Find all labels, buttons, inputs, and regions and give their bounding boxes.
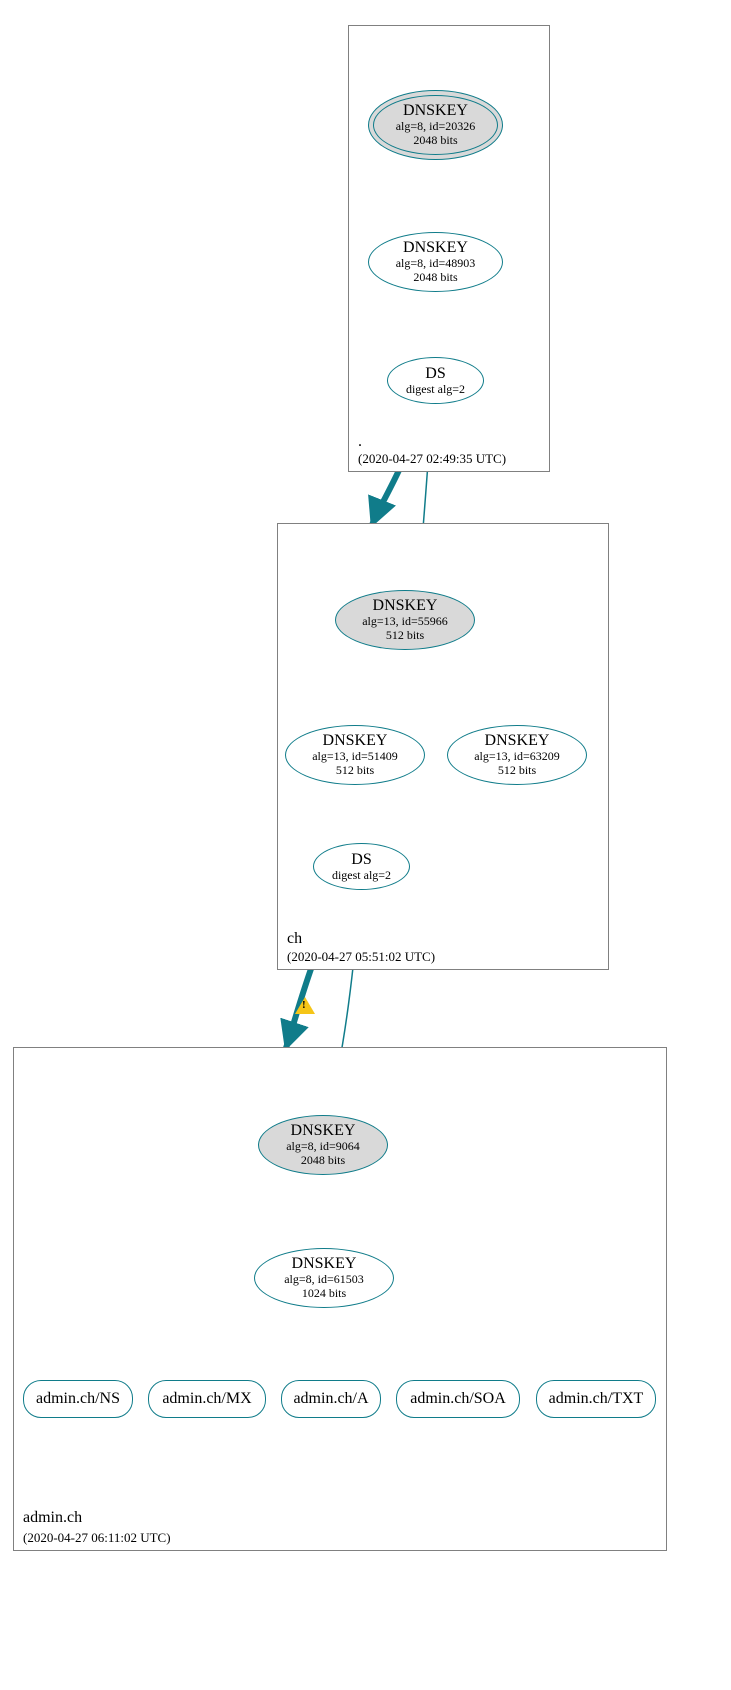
rrset-a: admin.ch/A: [281, 1380, 381, 1418]
node-root-ksk: DNSKEY alg=8, id=20326 2048 bits: [368, 90, 503, 160]
node-title: DS: [388, 365, 483, 383]
node-admin-ksk: DNSKEY alg=8, id=9064 2048 bits: [258, 1115, 388, 1175]
node-sub1: digest alg=2: [314, 869, 409, 883]
node-title: DNSKEY: [336, 597, 474, 615]
zone-ts-admin: (2020-04-27 06:11:02 UTC): [23, 1530, 171, 1546]
node-sub1: alg=13, id=55966: [336, 615, 474, 629]
node-title: DNSKEY: [448, 732, 586, 750]
node-title: DNSKEY: [369, 239, 502, 257]
node-sub1: alg=13, id=63209: [448, 750, 586, 764]
rrset-soa: admin.ch/SOA: [396, 1380, 520, 1418]
node-admin-zsk: DNSKEY alg=8, id=61503 1024 bits: [254, 1248, 394, 1308]
node-sub2: 512 bits: [286, 764, 424, 778]
node-sub1: alg=8, id=9064: [259, 1140, 387, 1154]
node-ch-ds: DS digest alg=2: [313, 843, 410, 890]
rrset-txt: admin.ch/TXT: [536, 1380, 656, 1418]
node-sub2: 512 bits: [336, 629, 474, 643]
zone-ts-root: (2020-04-27 02:49:35 UTC): [358, 451, 506, 467]
node-ch-ksk: DNSKEY alg=13, id=55966 512 bits: [335, 590, 475, 650]
node-title: DNSKEY: [286, 732, 424, 750]
zone-name-root: .: [358, 433, 362, 451]
rrset-ns: admin.ch/NS: [23, 1380, 133, 1418]
zone-ts-ch: (2020-04-27 05:51:02 UTC): [287, 949, 435, 965]
rrset-mx: admin.ch/MX: [148, 1380, 266, 1418]
node-sub2: 512 bits: [448, 764, 586, 778]
zone-name-ch: ch: [287, 930, 302, 948]
node-sub2: 1024 bits: [255, 1287, 393, 1301]
node-sub1: alg=13, id=51409: [286, 750, 424, 764]
node-sub2: 2048 bits: [259, 1154, 387, 1168]
node-title: DNSKEY: [259, 1122, 387, 1140]
node-root-ds: DS digest alg=2: [387, 357, 484, 404]
node-sub2: 2048 bits: [369, 271, 502, 285]
node-title: DS: [314, 851, 409, 869]
node-sub2: 2048 bits: [369, 134, 502, 148]
node-sub1: alg=8, id=48903: [369, 257, 502, 271]
node-title: DNSKEY: [255, 1255, 393, 1273]
node-sub1: alg=8, id=20326: [369, 120, 502, 134]
node-title: DNSKEY: [369, 102, 502, 120]
warning-icon: [295, 997, 315, 1014]
node-sub1: digest alg=2: [388, 383, 483, 397]
node-sub1: alg=8, id=61503: [255, 1273, 393, 1287]
node-root-zsk: DNSKEY alg=8, id=48903 2048 bits: [368, 232, 503, 292]
node-ch-zsk: DNSKEY alg=13, id=51409 512 bits: [285, 725, 425, 785]
zone-name-admin: admin.ch: [23, 1509, 82, 1527]
node-ch-zsk2: DNSKEY alg=13, id=63209 512 bits: [447, 725, 587, 785]
